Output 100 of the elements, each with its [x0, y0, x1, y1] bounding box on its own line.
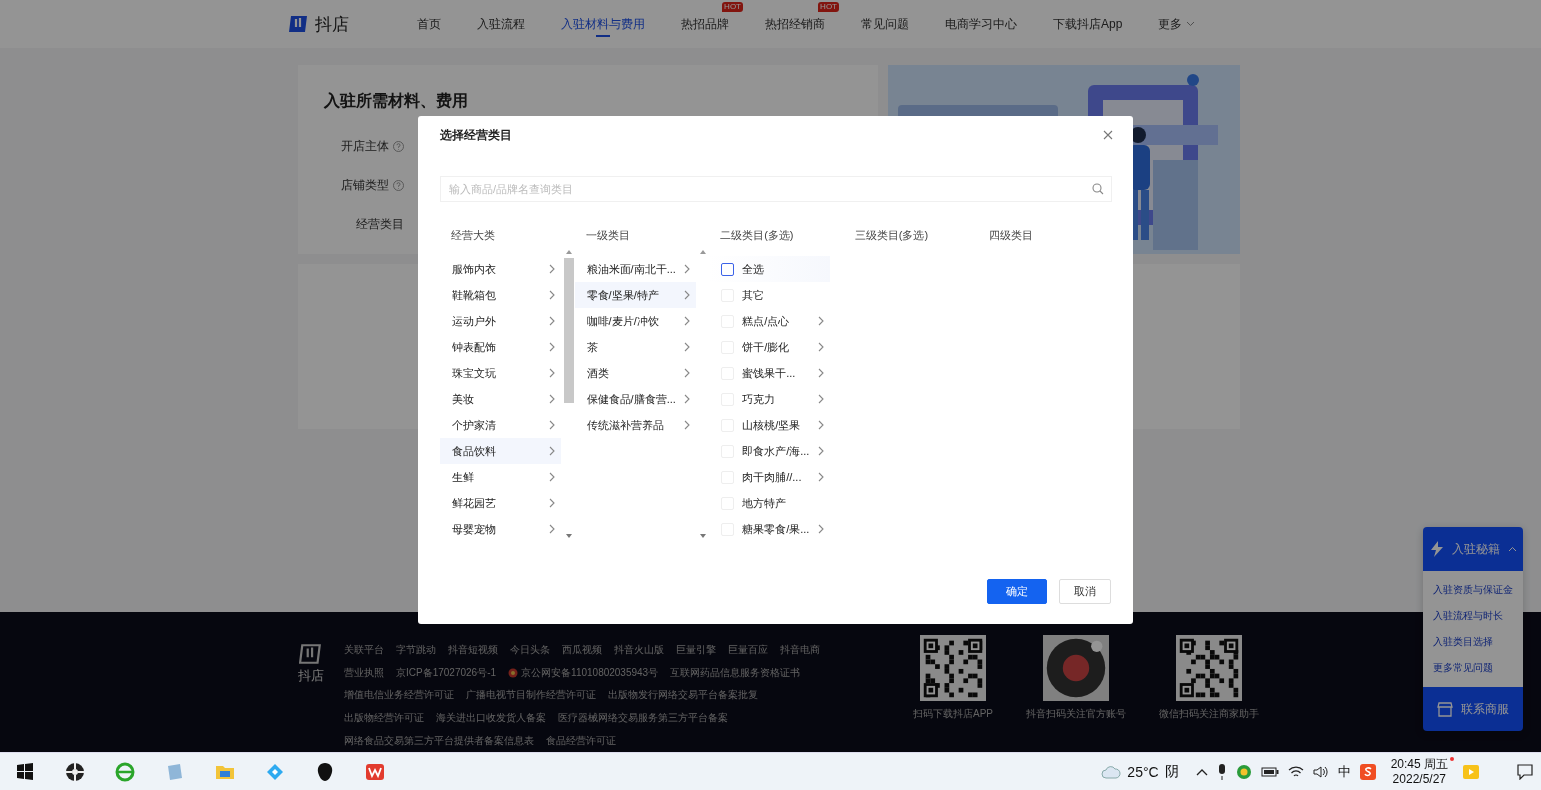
police-badge-icon: [508, 667, 519, 678]
scroll-down-icon[interactable]: [565, 534, 572, 538]
scroll-up-icon[interactable]: [565, 250, 572, 254]
chevron-up-icon[interactable]: [1195, 767, 1208, 776]
footer-link[interactable]: 互联网药品信息服务资格证书: [670, 665, 801, 680]
qr-caption: 抖音扫码关注官方账号: [1026, 707, 1126, 721]
cancel-button[interactable]: 取消: [1059, 579, 1111, 604]
cloud-icon: [1101, 764, 1122, 779]
nav-link[interactable]: 首页: [417, 15, 441, 33]
footer-link[interactable]: 巨量百应: [728, 643, 768, 658]
footer-link[interactable]: 出版物经营许可证: [344, 711, 424, 726]
qr-code-icon: [1043, 635, 1109, 701]
contact-button[interactable]: 联系商服: [1423, 687, 1523, 731]
category-item[interactable]: 酒类: [574, 360, 696, 386]
search-field[interactable]: 输入商品/品牌名查询类目: [440, 176, 1112, 202]
clock-time[interactable]: 20:45 周五: [1390, 756, 1448, 772]
footer-link[interactable]: 营业执照: [344, 665, 384, 680]
qr-caption: 扫码下载抖店APP: [913, 707, 993, 721]
footer-link[interactable]: 食品经营许可证: [546, 733, 616, 748]
dialog-title: 选择经营类目: [440, 126, 512, 144]
footer-link[interactable]: 抖音短视频: [448, 643, 498, 658]
category-item[interactable]: 运动户外: [440, 308, 561, 334]
scroll-up-icon[interactable]: [700, 250, 707, 254]
logo-icon: [299, 643, 323, 665]
footer-link[interactable]: 网络食品交易第三方平台提供者备案信息表: [344, 733, 534, 748]
widget-header[interactable]: 入驻秘籍: [1423, 527, 1523, 571]
nav-link[interactable]: 入驻流程: [477, 15, 525, 33]
widget-link[interactable]: 入驻资质与保证金: [1423, 577, 1523, 603]
nav-link[interactable]: 热招品牌: [681, 15, 729, 33]
footer-link[interactable]: 出版物发行网络交易平台备案批复: [608, 688, 758, 703]
battery-icon[interactable]: [1260, 766, 1279, 777]
footer-link[interactable]: 增值电信业务经营许可证: [344, 688, 454, 703]
speaker-icon[interactable]: [1312, 764, 1329, 779]
nav-link[interactable]: 热招经销商: [765, 15, 825, 33]
category-item[interactable]: 保健食品/膳食营...: [574, 386, 696, 412]
scroll-down-icon[interactable]: [700, 534, 707, 538]
wifi-icon[interactable]: [1287, 764, 1304, 779]
input-method[interactable]: 中: [1337, 762, 1351, 781]
nav-link[interactable]: 常见问题: [861, 15, 909, 33]
footer-link[interactable]: 京公网安备11010802035943号: [521, 665, 659, 680]
category-item[interactable]: 鲜花园艺: [440, 490, 561, 516]
nav-link[interactable]: 下载抖店App: [1053, 15, 1123, 33]
footer-link[interactable]: 西瓜视频: [562, 643, 602, 658]
scrollbar-thumb[interactable]: [563, 258, 574, 403]
footer-link[interactable]: 抖音火山版: [614, 643, 664, 658]
category-item[interactable]: 美妆: [440, 386, 561, 412]
category-item[interactable]: 食品饮料: [440, 438, 561, 464]
footer-link[interactable]: 抖音电商: [780, 643, 820, 658]
category-item[interactable]: 即食水产/海...: [742, 443, 819, 459]
footer-link[interactable]: 字节跳动: [396, 643, 436, 658]
checkbox[interactable]: [721, 262, 735, 276]
column-header: 四级类目: [988, 228, 1035, 242]
section-title: 入驻所需材料、费用: [324, 91, 469, 111]
footer-link[interactable]: 医疗器械网络交易服务第三方平台备案: [558, 711, 728, 726]
field-label: 店铺类型: [341, 177, 389, 194]
category-item[interactable]: 巧克力: [742, 391, 819, 407]
widget-link[interactable]: 入驻类目选择: [1423, 629, 1523, 655]
microphone-icon[interactable]: [1216, 763, 1227, 780]
category-item[interactable]: 服饰内衣: [440, 256, 561, 282]
category-item[interactable]: 饼干/膨化: [742, 339, 819, 355]
category-item[interactable]: 糖果零食/果...: [742, 521, 819, 537]
footer-link[interactable]: 巨量引擎: [676, 643, 716, 658]
column-header: 一级类目: [584, 228, 631, 242]
category-item[interactable]: 鞋靴箱包: [440, 282, 561, 308]
footer-link[interactable]: 广播电视节目制作经营许可证: [466, 688, 596, 703]
category-item[interactable]: 茶: [574, 334, 696, 360]
nav-link[interactable]: 电商学习中心: [945, 15, 1017, 33]
category-item[interactable]: 山核桃/坚果: [742, 417, 819, 433]
category-item[interactable]: 其它: [742, 287, 825, 303]
logo-text: 抖店: [315, 13, 349, 36]
category-item[interactable]: 糕点/点心: [742, 313, 819, 329]
sogou-icon[interactable]: [1359, 763, 1376, 780]
qr-code-icon: [1176, 635, 1242, 701]
footer-link[interactable]: 京ICP备17027026号-1: [396, 665, 497, 680]
nav-link[interactable]: 更多: [1158, 15, 1196, 33]
widget-link[interactable]: 入驻流程与时长: [1423, 603, 1523, 629]
category-item[interactable]: 个护家清: [440, 412, 561, 438]
category-item[interactable]: 钟表配饰: [440, 334, 561, 360]
temperature: 25°C: [1127, 763, 1159, 780]
notification-icon[interactable]: [1463, 764, 1479, 779]
category-item[interactable]: 蜜饯果干...: [742, 365, 819, 381]
category-item[interactable]: 零食/坚果/特产: [574, 282, 696, 308]
close-icon[interactable]: [1103, 130, 1113, 140]
category-item[interactable]: 传统滋补营养品: [574, 412, 696, 438]
category-item[interactable]: 咖啡/麦片/冲饮: [574, 308, 696, 334]
category-item[interactable]: 地方特产: [742, 495, 825, 511]
footer-link[interactable]: 海关进出口收发货人备案: [436, 711, 546, 726]
confirm-button[interactable]: 确定: [987, 579, 1047, 604]
chat-icon[interactable]: [1517, 763, 1533, 780]
qr-code-icon: [920, 635, 986, 701]
footer-link[interactable]: 关联平台: [344, 643, 384, 658]
category-item[interactable]: 珠宝文玩: [440, 360, 561, 386]
footer-link[interactable]: 今日头条: [510, 643, 550, 658]
category-item[interactable]: 母婴宠物: [440, 516, 561, 540]
widget-link[interactable]: 更多常见问题: [1423, 655, 1523, 681]
category-item[interactable]: 粮油米面/南北干...: [574, 256, 696, 282]
category-item[interactable]: 肉干肉脯//...: [742, 469, 819, 485]
logo-text: 抖店: [298, 667, 324, 685]
clock-date[interactable]: 2022/5/27: [1392, 771, 1446, 787]
category-item[interactable]: 生鲜: [440, 464, 561, 490]
